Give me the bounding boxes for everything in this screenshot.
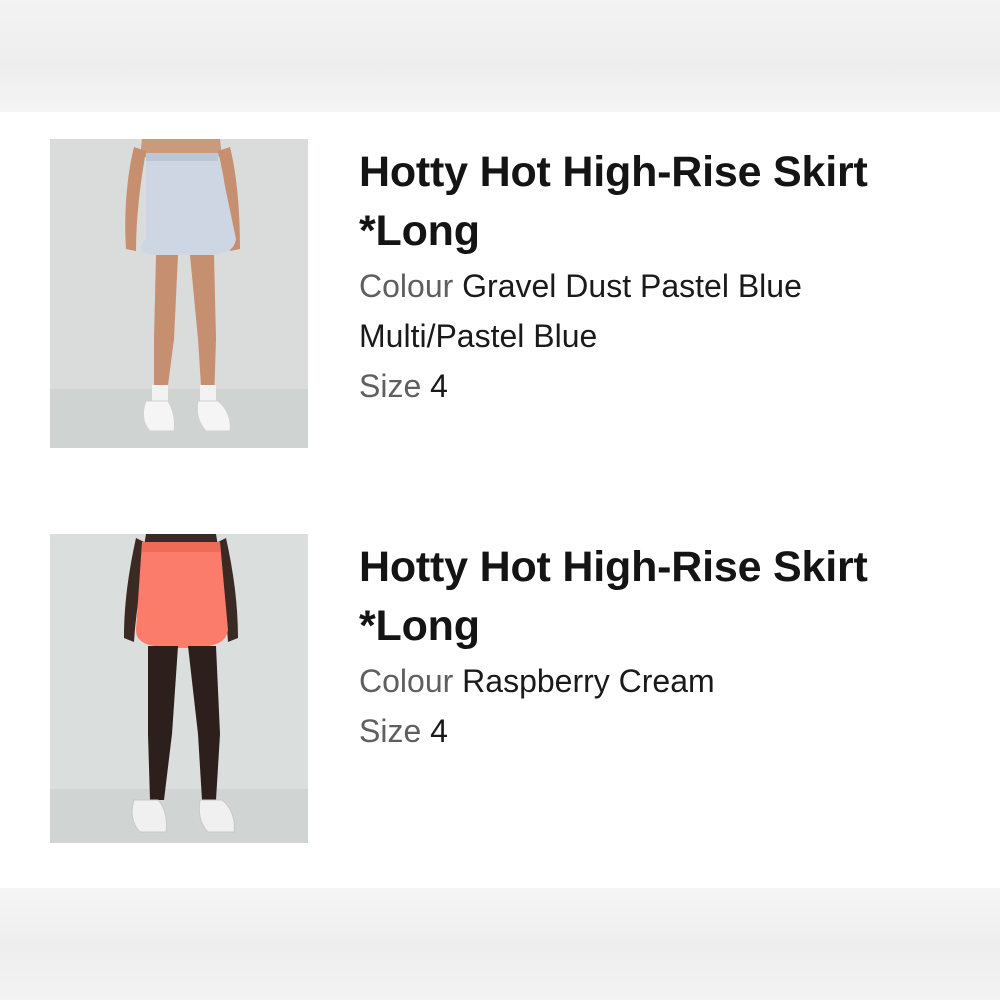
- model-photo-pastel-blue: [50, 139, 308, 448]
- size-value: 4: [430, 368, 448, 404]
- product-info: Hotty Hot High-Rise Skirt *Long Colour G…: [359, 143, 939, 411]
- bottom-backdrop: [0, 888, 1000, 1000]
- size-value: 4: [430, 713, 448, 749]
- colour-value-line2: Multi/Pastel Blue: [359, 318, 598, 354]
- product-title[interactable]: Hotty Hot High-Rise Skirt *Long: [359, 538, 939, 656]
- product-image[interactable]: [50, 534, 308, 843]
- product-title-line2: *Long: [359, 207, 480, 255]
- colour-value-line1: Gravel Dust Pastel Blue: [462, 268, 802, 304]
- product-image[interactable]: [50, 139, 308, 448]
- product-size: Size 4: [359, 706, 939, 756]
- product-title[interactable]: Hotty Hot High-Rise Skirt *Long: [359, 143, 939, 261]
- product-info: Hotty Hot High-Rise Skirt *Long Colour R…: [359, 538, 939, 756]
- top-backdrop: [0, 0, 1000, 112]
- colour-label: Colour: [359, 663, 454, 699]
- product-colour-continued: Multi/Pastel Blue: [359, 311, 939, 361]
- colour-label: Colour: [359, 268, 454, 304]
- product-title-line2: *Long: [359, 602, 480, 650]
- product-colour: Colour Gravel Dust Pastel Blue: [359, 261, 939, 311]
- product-title-line1: Hotty Hot High-Rise Skirt: [359, 543, 868, 591]
- model-photo-raspberry-cream: [50, 534, 308, 843]
- product-size: Size 4: [359, 361, 939, 411]
- product-colour: Colour Raspberry Cream: [359, 656, 939, 706]
- size-label: Size: [359, 368, 422, 404]
- size-label: Size: [359, 713, 422, 749]
- colour-value-line1: Raspberry Cream: [462, 663, 715, 699]
- product-title-line1: Hotty Hot High-Rise Skirt: [359, 148, 868, 196]
